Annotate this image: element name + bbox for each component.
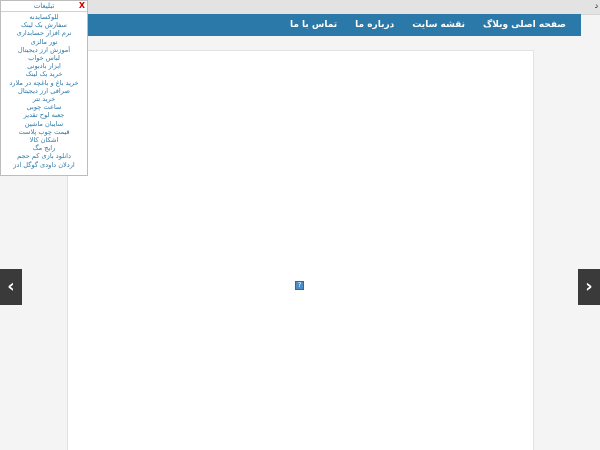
- nav-item-contact[interactable]: تماس با ما: [290, 20, 337, 30]
- main-navigation: صفحه اصلی وبلاگ نقشه سایت درباره ما تماس…: [67, 14, 581, 36]
- nav-item-sitemap[interactable]: نقشه سایت: [412, 20, 465, 30]
- ad-link[interactable]: نرم افزار حسابداری: [1, 29, 87, 37]
- ad-link[interactable]: آموزش ارز دیجیتال: [1, 46, 87, 54]
- main-content-area: [67, 50, 534, 450]
- ad-link[interactable]: تور مالزی: [1, 38, 87, 46]
- ad-link[interactable]: ساعت چوبی: [1, 103, 87, 111]
- ad-link[interactable]: صرافی ارز دیجیتال: [1, 87, 87, 95]
- ads-list: للوکسایدنه سفارش بک لینک نرم افزار حسابد…: [1, 12, 87, 169]
- ad-link[interactable]: اردلان داودی گوگل ادز: [1, 161, 87, 169]
- ad-link[interactable]: دانلود بازی کم حجم: [1, 152, 87, 160]
- nav-item-home[interactable]: صفحه اصلی وبلاگ: [483, 20, 566, 30]
- ad-link[interactable]: للوکسایدنه: [1, 13, 87, 21]
- ad-link[interactable]: ابزار بادبونی: [1, 62, 87, 70]
- ad-link[interactable]: سفارش بک لینک: [1, 21, 87, 29]
- ads-title: تبلیغات: [33, 2, 55, 10]
- close-icon[interactable]: X: [79, 1, 85, 11]
- ad-link[interactable]: رایج مگ: [1, 144, 87, 152]
- ad-link[interactable]: اشکان کالا: [1, 136, 87, 144]
- ads-box: تبلیغات X للوکسایدنه سفارش بک لینک نرم ا…: [0, 0, 88, 176]
- ad-link[interactable]: خرید باغ و باغچه در ملارد: [1, 79, 87, 87]
- prev-arrow-button[interactable]: ‹: [0, 269, 22, 305]
- ad-link[interactable]: قیمت چوب پلاست: [1, 128, 87, 136]
- next-arrow-button[interactable]: ›: [578, 269, 600, 305]
- ads-header: تبلیغات X: [1, 1, 87, 12]
- ad-link[interactable]: سایبان ماشین: [1, 120, 87, 128]
- broken-image-icon: ?: [295, 281, 304, 290]
- ad-link[interactable]: خرید بک لینک: [1, 70, 87, 78]
- ad-link[interactable]: لباس خواب: [1, 54, 87, 62]
- top-bar-corner-text: د: [594, 1, 598, 10]
- ad-link[interactable]: خرید تتر: [1, 95, 87, 103]
- top-bar: د: [0, 0, 600, 15]
- nav-item-about[interactable]: درباره ما: [355, 20, 394, 30]
- ad-link[interactable]: جعبه لوح تقدیر: [1, 111, 87, 119]
